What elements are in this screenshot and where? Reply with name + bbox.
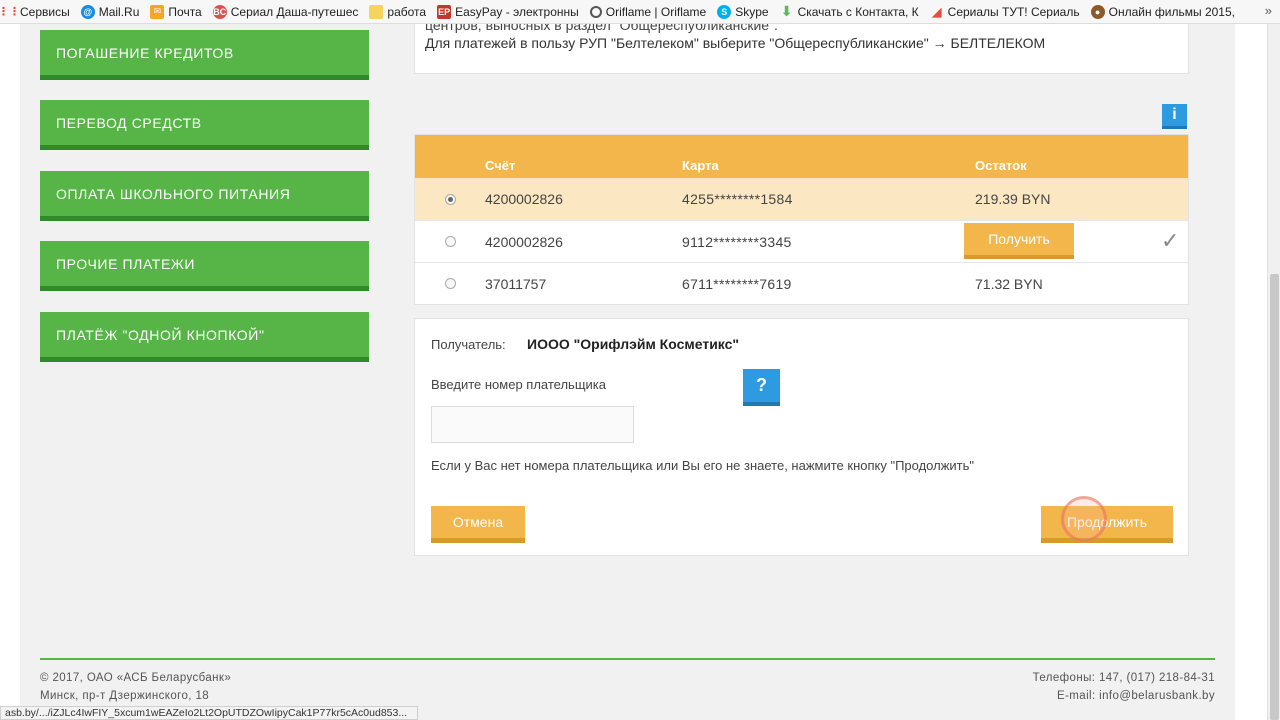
serialy-icon: ◢ — [931, 3, 942, 19]
bookmark-label: Oriflame | Oriflame — [605, 4, 707, 19]
bookmark-services[interactable]: ⋮⋮ Сервисы — [0, 4, 70, 19]
help-question-button[interactable]: ? — [743, 369, 780, 406]
account-balance: 71.32 BYN — [975, 275, 1043, 292]
get-balance-button[interactable]: Получить — [964, 223, 1074, 259]
menu-other-payments[interactable]: ПРОЧИЕ ПЛАТЕЖИ — [40, 241, 369, 291]
card-number: 9112********3345 — [682, 233, 792, 250]
payer-number-hint: Если у Вас нет номера плательщика или Вы… — [431, 458, 975, 473]
account-radio[interactable] — [444, 236, 456, 247]
info-icon[interactable]: i — [1162, 104, 1187, 129]
bookmark-oriflame[interactable]: Oriflame | Oriflame — [589, 4, 707, 19]
bookmark-online-films[interactable]: ● Онлайн фильмы 2015, — [1090, 4, 1235, 19]
mailru-icon: @ — [80, 4, 95, 19]
folder-icon — [369, 4, 384, 19]
table-row[interactable]: 4200002826 4255********1584 219.39 BYN — [415, 178, 1188, 220]
bookmark-label: Онлайн фильмы 2015, — [1108, 4, 1235, 19]
bookmark-label: Skype — [735, 4, 769, 19]
checkmark-icon: ✓ — [1161, 228, 1180, 253]
bookmark-folder-work[interactable]: работа — [369, 4, 427, 19]
bookmark-mail[interactable]: ✉ Почта — [150, 4, 202, 19]
account-balance: 219.39 BYN — [975, 191, 1051, 207]
cancel-button[interactable]: Отмена — [431, 506, 525, 543]
card-number: 6711********7619 — [682, 275, 792, 292]
menu-school-meals[interactable]: ОПЛАТА ШКОЛЬНОГО ПИТАНИЯ — [40, 171, 369, 221]
page-scrollbar[interactable] — [1267, 24, 1280, 720]
table-row[interactable]: 4200002826 9112********3345 Получить ✓ — [415, 220, 1188, 262]
account-number: 37011757 — [485, 275, 547, 292]
bookmark-skype[interactable]: S Skype — [717, 4, 769, 19]
film-icon: ● — [1090, 4, 1105, 19]
account-number: 4200002826 — [485, 191, 563, 207]
bookmark-mailru[interactable]: @ Mail.Ru — [80, 4, 140, 19]
payer-number-label: Введите номер плательщика — [431, 377, 606, 392]
table-row[interactable]: 37011757 6711********7619 71.32 BYN — [415, 262, 1188, 304]
bookmark-label: Сериалы ТУТ! Сериаль — [947, 4, 1080, 19]
header-account: Счёт — [485, 158, 516, 173]
header-balance: Остаток — [975, 158, 1027, 173]
continue-button[interactable]: Продолжить — [1041, 506, 1173, 543]
menu-loan-repayment[interactable]: ПОГАШЕНИЕ КРЕДИТОВ — [40, 30, 369, 80]
bookmark-serial-dasha[interactable]: BC Сериал Даша-путешес — [212, 4, 359, 19]
bookmark-label: Сериал Даша-путешес — [230, 4, 359, 19]
bookmark-serialy-tut[interactable]: ◢ Сериалы ТУТ! Сериаль — [930, 3, 1080, 19]
mail-envelope-icon: ✉ — [150, 4, 165, 19]
accounts-table-header: Счёт Карта Остаток — [415, 135, 1188, 178]
account-radio[interactable] — [444, 193, 456, 205]
bookmark-label: Почта — [168, 4, 202, 19]
payer-number-input[interactable] — [431, 406, 634, 443]
easypay-icon: EP — [437, 4, 452, 19]
payment-panel: Получатель: ИООО "Орифлэйм Косметикс" Вв… — [414, 318, 1189, 556]
info-line-1: центров, выносных в раздел "Общереспубли… — [425, 24, 778, 33]
menu-one-click-payment[interactable]: ПЛАТЁЖ "ОДНОЙ КНОПКОЙ" — [40, 312, 369, 362]
scrollbar-thumb[interactable] — [1270, 274, 1279, 720]
browser-status-url: asb.by/.../iZJLc4IwFIY_5xcum1wEAZeIo2Lt2… — [0, 706, 418, 720]
account-radio[interactable] — [444, 278, 456, 289]
bookmark-label: Сервисы — [20, 4, 70, 19]
bc-site-icon: BC — [212, 4, 227, 19]
info-notice: центров, выносных в раздел "Общереспубли… — [414, 24, 1189, 74]
bookmark-label: Mail.Ru — [98, 4, 140, 19]
apps-grid-icon: ⋮⋮ — [0, 6, 20, 18]
oriflame-icon — [589, 5, 602, 18]
bookmark-label: EasyPay - электронны — [455, 4, 579, 19]
account-number: 4200002826 — [485, 233, 563, 250]
download-arrow-icon: ⬇ — [780, 3, 793, 19]
recipient-label: Получатель: — [431, 337, 506, 352]
bookmark-label: работа — [387, 4, 427, 19]
footer-address: Минск, пр-т Дзержинского, 18 — [40, 690, 210, 702]
footer-copyright: © 2017, ОАО «АСБ Беларусбанк» — [40, 672, 232, 684]
info-line-2: Для платежей в пользу РУП "Белтелеком" в… — [425, 35, 1046, 51]
footer-divider — [40, 658, 1215, 660]
footer-phones: Телефоны: 147, (017) 218-84-31 — [1032, 672, 1215, 684]
skype-icon: S — [717, 4, 732, 19]
footer-email[interactable]: E-mail: info@belarusbank.by — [1057, 690, 1215, 702]
header-card: Карта — [682, 158, 719, 173]
bookmarks-overflow-button[interactable]: » — [1265, 3, 1272, 18]
bookmark-easypay[interactable]: EP EasyPay - электронны — [437, 4, 579, 19]
bookmark-label: Скачать с Контакта, К — [797, 4, 919, 19]
recipient-value: ИООО "Орифлэйм Косметикс" — [527, 336, 740, 352]
bookmarks-bar: ⋮⋮ Сервисы @ Mail.Ru ✉ Почта BC Сериал Д… — [0, 0, 1280, 24]
card-number: 4255********1584 — [682, 191, 793, 207]
accounts-table: Счёт Карта Остаток 4200002826 4255******… — [414, 134, 1189, 305]
menu-funds-transfer[interactable]: ПЕРЕВОД СРЕДСТВ — [40, 100, 369, 150]
bookmark-vk-download[interactable]: ⬇ Скачать с Контакта, К — [780, 3, 919, 19]
